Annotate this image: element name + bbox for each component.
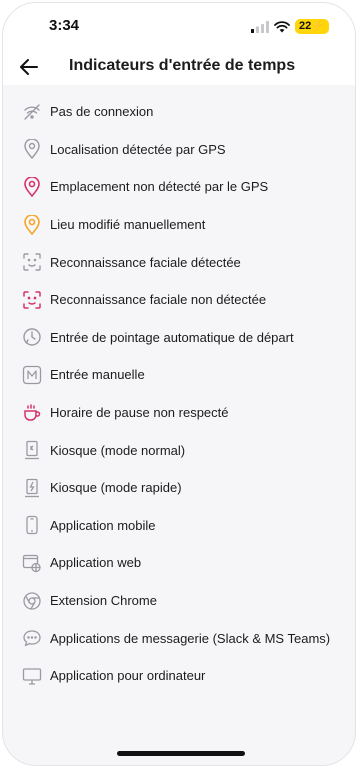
phone-screen: 3:34 22⚡ Indicateurs d'entrée de temps P… (2, 2, 356, 766)
location-pin-red-icon (21, 176, 43, 198)
item-label: Reconnaissance faciale non détectée (50, 292, 267, 308)
item-label: Application pour ordinateur (50, 668, 206, 684)
item-label: Application mobile (50, 517, 156, 533)
item-label: Horaire de pause non respecté (50, 405, 229, 421)
status-bar: 3:34 22⚡ (3, 3, 355, 53)
manual-m-icon (21, 364, 43, 386)
cellular-signal-icon (251, 20, 270, 33)
item-label: Applications de messagerie (Slack & MS T… (50, 630, 331, 646)
battery-indicator: 22⚡ (295, 19, 329, 34)
no-signal-icon (21, 101, 43, 123)
face-scan-red-icon (21, 289, 43, 311)
charging-bolt-icon: ⚡ (311, 20, 325, 32)
item-label: Lieu modifié manuellement (50, 217, 206, 233)
list-item: Extension Chrome (3, 582, 355, 620)
back-arrow-icon[interactable] (17, 55, 41, 79)
item-label: Kiosque (mode rapide) (50, 480, 182, 496)
status-icons: 22⚡ (251, 19, 329, 34)
item-label: Entrée de pointage automatique de départ (50, 329, 294, 345)
item-label: Localisation détectée par GPS (50, 141, 226, 157)
location-pin-icon (21, 138, 43, 160)
indicator-list: Pas de connexion Localisation détectée p… (3, 93, 355, 695)
list-item: Application mobile (3, 507, 355, 545)
page-title: Indicateurs d'entrée de temps (69, 57, 296, 74)
list-item: Application web (3, 544, 355, 582)
list-item: Application pour ordinateur (3, 657, 355, 695)
list-item: Applications de messagerie (Slack & MS T… (3, 619, 355, 657)
desktop-monitor-icon (21, 665, 43, 687)
auto-clock-icon (21, 326, 43, 348)
list-item: Kiosque (mode normal) (3, 431, 355, 469)
list-item: Reconnaissance faciale détectée (3, 243, 355, 281)
list-item: Entrée de pointage automatique de départ (3, 319, 355, 357)
wifi-icon (274, 20, 290, 32)
item-label: Extension Chrome (50, 593, 157, 609)
item-label: Entrée manuelle (50, 367, 145, 383)
item-label: Application web (50, 555, 142, 571)
chrome-icon (21, 590, 43, 612)
list-item: Emplacement non détecté par le GPS (3, 168, 355, 206)
item-label: Pas de connexion (50, 104, 154, 120)
face-scan-icon (21, 251, 43, 273)
status-time: 3:34 (49, 17, 80, 34)
chat-bubble-icon (21, 627, 43, 649)
mobile-phone-icon (21, 514, 43, 536)
list-item: Localisation détectée par GPS (3, 131, 355, 169)
coffee-cup-icon (21, 402, 43, 424)
list-item: Lieu modifié manuellement (3, 206, 355, 244)
list-item: Entrée manuelle (3, 356, 355, 394)
item-label: Reconnaissance faciale détectée (50, 254, 241, 270)
battery-level: 22 (299, 20, 312, 32)
item-label: Emplacement non détecté par le GPS (50, 179, 269, 195)
list-item: Horaire de pause non respecté (3, 394, 355, 432)
list-item: Kiosque (mode rapide) (3, 469, 355, 507)
web-browser-icon (21, 552, 43, 574)
kiosk-normal-icon (21, 439, 43, 461)
home-indicator[interactable] (117, 751, 245, 756)
location-pin-orange-icon (21, 214, 43, 236)
item-label: Kiosque (mode normal) (50, 442, 186, 458)
nav-header: Indicateurs d'entrée de temps (3, 53, 355, 85)
list-item: Reconnaissance faciale non détectée (3, 281, 355, 319)
list-item: Pas de connexion (3, 93, 355, 131)
kiosk-fast-icon (21, 477, 43, 499)
